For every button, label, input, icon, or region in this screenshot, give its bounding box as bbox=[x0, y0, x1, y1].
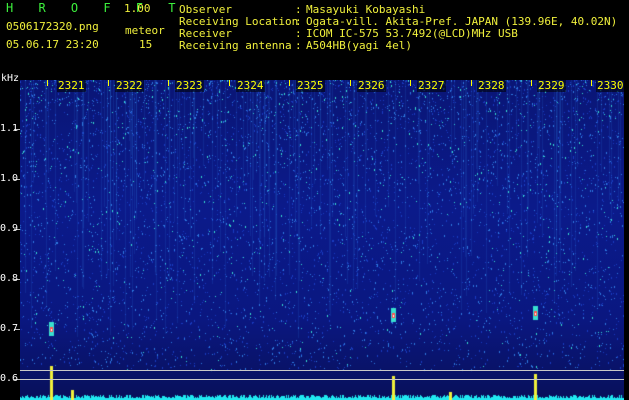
band-marker-line bbox=[20, 379, 624, 380]
x-tick bbox=[289, 80, 290, 86]
y-tick-label: 0.9 bbox=[0, 223, 19, 234]
antenna-label: Receiving antenna bbox=[179, 39, 292, 52]
x-tick bbox=[591, 80, 592, 86]
meteor-label: meteor bbox=[125, 24, 165, 37]
x-tick-label: 2326 bbox=[357, 79, 386, 92]
file-name: 0506172320.png bbox=[6, 20, 99, 33]
x-tick bbox=[531, 80, 532, 86]
x-tick bbox=[229, 80, 230, 86]
spectrogram-noise bbox=[20, 80, 624, 400]
x-tick-label: 2321 bbox=[57, 79, 86, 92]
x-tick-label: 2328 bbox=[477, 79, 506, 92]
app-title: H R O F F T bbox=[6, 1, 185, 15]
x-tick-label: 2327 bbox=[417, 79, 446, 92]
x-tick bbox=[168, 80, 169, 86]
x-tick-label: 2324 bbox=[236, 79, 265, 92]
band-marker-line bbox=[20, 370, 624, 371]
x-tick bbox=[410, 80, 411, 86]
app-version: 1.00 bbox=[124, 2, 151, 15]
y-tick-label: 0.7 bbox=[0, 323, 19, 334]
y-tick-label: 0.8 bbox=[0, 273, 19, 284]
y-tick-label: 0.6 bbox=[0, 373, 19, 384]
x-tick bbox=[108, 80, 109, 86]
frequency-axis: 1.1 1.0 0.9 0.8 0.7 0.6 bbox=[0, 70, 22, 400]
x-tick-label: 2325 bbox=[296, 79, 325, 92]
file-timestamp: 05.06.17 23:20 bbox=[6, 38, 99, 51]
antenna-separator: : bbox=[295, 39, 302, 52]
x-tick-label: 2323 bbox=[175, 79, 204, 92]
x-tick bbox=[350, 80, 351, 86]
x-tick-label: 2329 bbox=[537, 79, 566, 92]
x-tick bbox=[471, 80, 472, 86]
meteor-count: 15 bbox=[139, 38, 153, 51]
spectrogram-plot bbox=[20, 80, 624, 400]
x-tick-label: 2322 bbox=[115, 79, 144, 92]
y-tick-label: 1.0 bbox=[0, 173, 19, 184]
x-tick bbox=[47, 80, 48, 86]
y-tick-label: 1.1 bbox=[0, 123, 19, 134]
antenna-value: A504HB(yagi 4el) bbox=[306, 39, 412, 52]
x-tick-label: 2330 bbox=[596, 79, 625, 92]
